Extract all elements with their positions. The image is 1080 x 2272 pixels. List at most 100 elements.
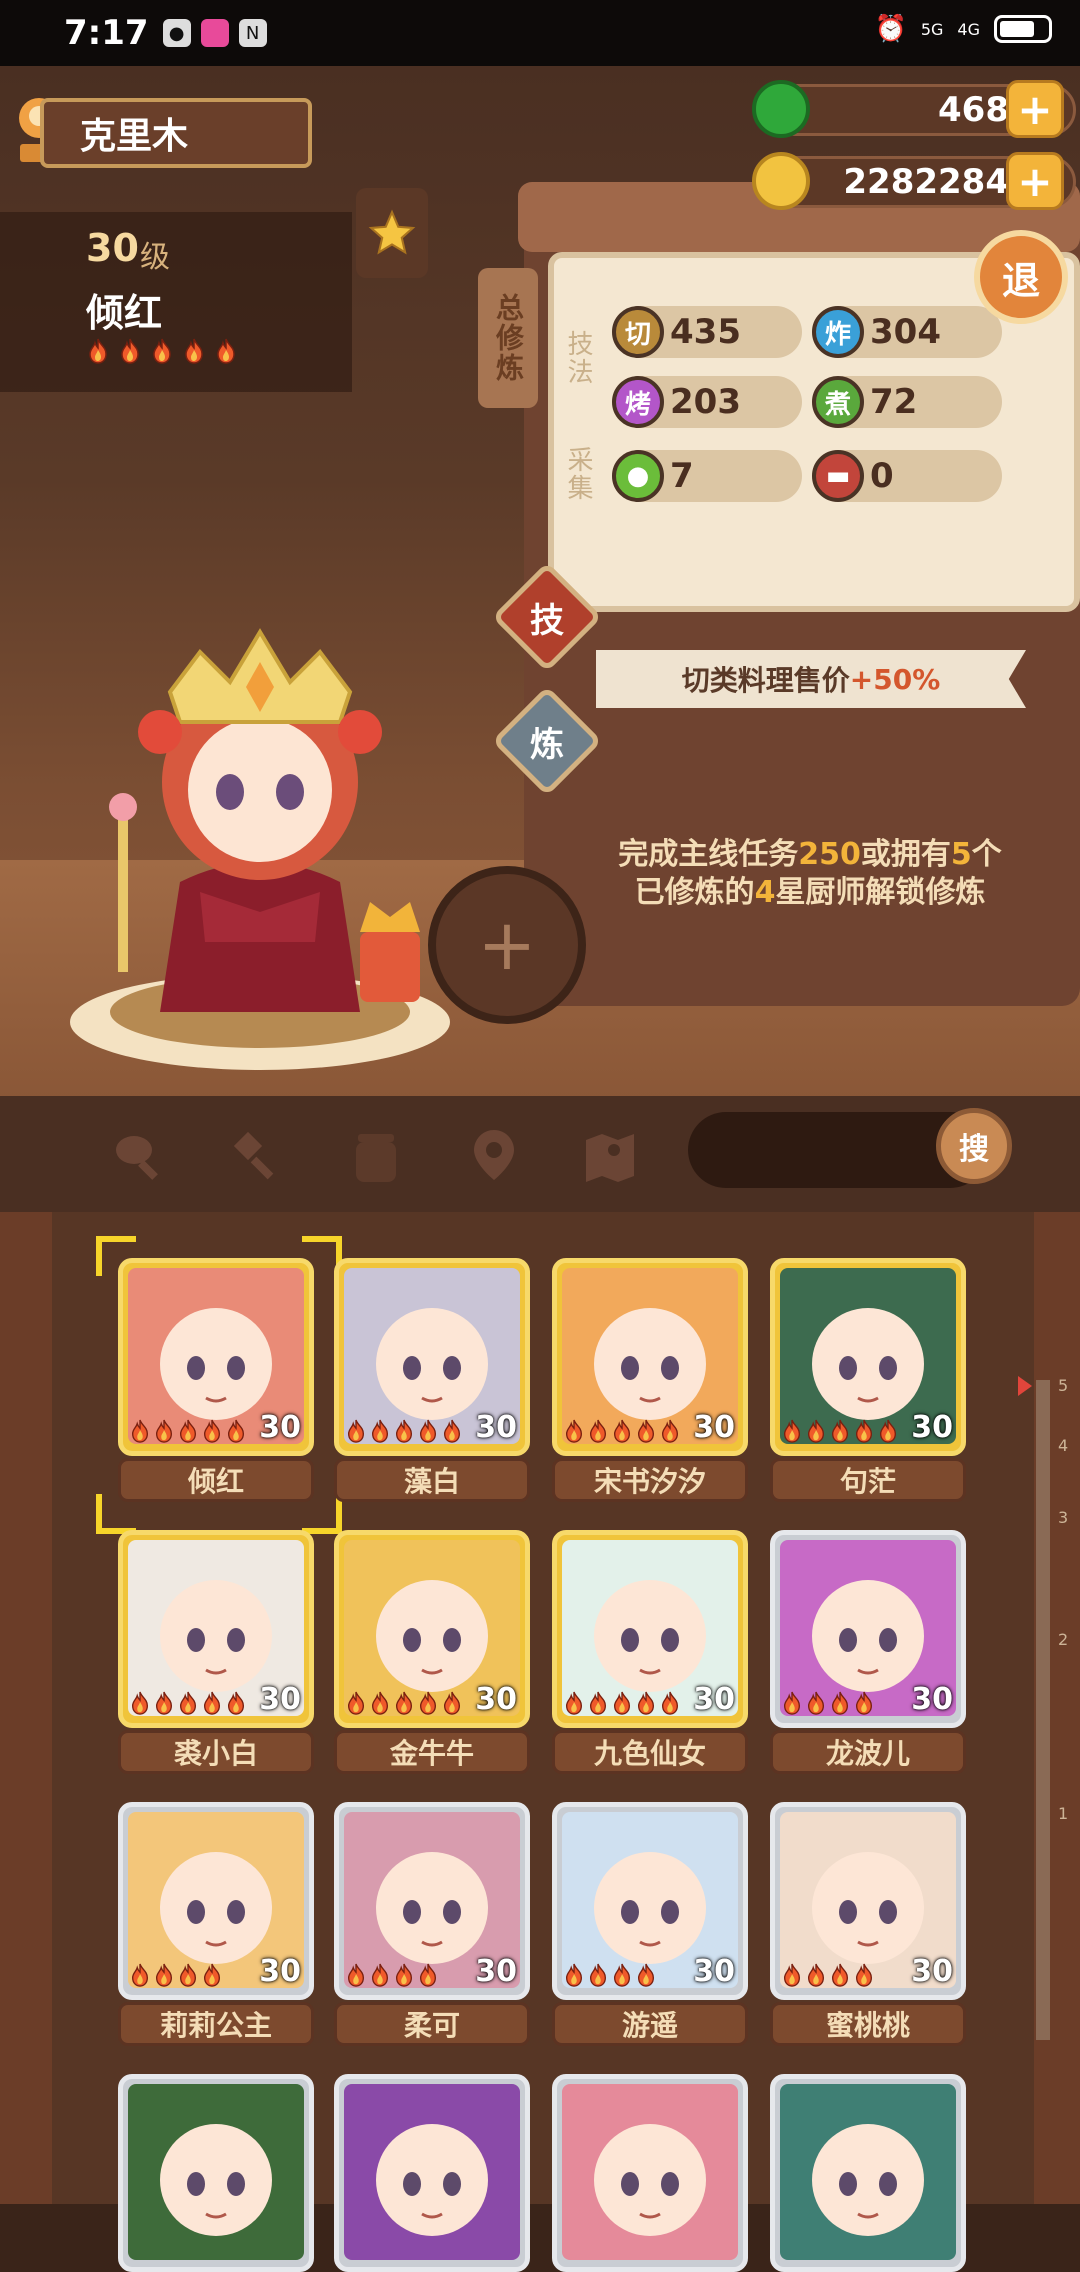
rarity-ruler[interactable]: [1036, 1380, 1050, 2040]
jar-icon[interactable]: [346, 1126, 406, 1186]
chef-card-name[interactable]: 倾红: [118, 1458, 314, 1502]
chef-card[interactable]: 30: [770, 1258, 966, 1456]
add-jade-button[interactable]: +: [1006, 80, 1064, 138]
chef-card[interactable]: 30: [334, 1802, 530, 2000]
skill-roast-value: 203: [670, 382, 741, 422]
flame-icon: [225, 1691, 247, 1715]
unlock-chef-count: 5: [950, 837, 972, 872]
search-button[interactable]: 搜: [936, 1108, 1012, 1184]
flame-icon: [877, 1419, 899, 1443]
signal-4g-icon: 4G: [957, 19, 980, 39]
chef-card[interactable]: 30: [118, 1802, 314, 2000]
skill-cut-value: 435: [670, 312, 741, 352]
chef-card[interactable]: 30: [118, 1530, 314, 1728]
coin-icon: [752, 152, 810, 210]
chef-avatar: [344, 2084, 520, 2260]
chef-card-name[interactable]: 龙波儿: [770, 1730, 966, 1774]
flame-icon: [805, 1691, 827, 1715]
chef-card-level: 30: [911, 1954, 953, 1989]
chef-card-name[interactable]: 蜜桃桃: [770, 2002, 966, 2046]
favorite-star-button[interactable]: [356, 188, 428, 278]
flame-icon: [129, 1419, 151, 1443]
flame-icon: [129, 1963, 151, 1987]
chef-card-name[interactable]: 金牛牛: [334, 1730, 530, 1774]
flame-icon: [182, 338, 206, 364]
ruler-mark-4: 4: [1058, 1436, 1069, 1455]
chef-rarity-flames: [781, 1963, 875, 1987]
chef-card[interactable]: 30: [118, 1258, 314, 1456]
chef-card[interactable]: 30: [770, 1530, 966, 1728]
flame-icon: [805, 1963, 827, 1987]
chef-card-level: 30: [693, 1682, 735, 1717]
plus-icon: +: [477, 904, 537, 986]
jade-amount: 468: [938, 90, 1009, 130]
ruler-mark-3: 3: [1058, 1508, 1069, 1527]
flame-icon: [177, 1691, 199, 1715]
flame-icon: [153, 1691, 175, 1715]
chef-card-name[interactable]: 柔可: [334, 2002, 530, 2046]
chef-avatar: [562, 2084, 738, 2260]
chef-card[interactable]: [770, 2074, 966, 2272]
chef-card-name[interactable]: 九色仙女: [552, 1730, 748, 1774]
flame-icon: [417, 1419, 439, 1443]
flame-icon: [587, 1963, 609, 1987]
chef-card-name[interactable]: 裘小白: [118, 1730, 314, 1774]
chef-card-name[interactable]: 莉莉公主: [118, 2002, 314, 2046]
chef-card-level: 30: [693, 1410, 735, 1445]
app-icon: [200, 19, 229, 47]
chef-card[interactable]: 30: [552, 1258, 748, 1456]
skill-button-label[interactable]: 技: [508, 578, 586, 656]
chef-card-level: 30: [475, 1410, 517, 1445]
chef-rarity-flames: [129, 1691, 247, 1715]
chef-card[interactable]: [552, 2074, 748, 2272]
location-pin-icon[interactable]: [464, 1126, 524, 1186]
meat-leg-icon[interactable]: [110, 1126, 170, 1186]
chef-card-name[interactable]: 藻白: [334, 1458, 530, 1502]
chef-card-level: 30: [259, 1410, 301, 1445]
flame-icon: [393, 1691, 415, 1715]
chef-card-name[interactable]: 宋书汐汐: [552, 1458, 748, 1502]
flame-icon: [225, 1419, 247, 1443]
flame-icon: [563, 1691, 585, 1715]
chef-card-level: 30: [475, 1682, 517, 1717]
chef-avatar: [780, 2084, 956, 2260]
exit-button[interactable]: 退: [974, 230, 1068, 324]
skill-fry-value: 304: [870, 312, 941, 352]
flame-icon: [563, 1963, 585, 1987]
map-icon[interactable]: [580, 1126, 640, 1186]
add-coin-button[interactable]: +: [1006, 152, 1064, 210]
flame-icon: [805, 1419, 827, 1443]
chef-card[interactable]: [334, 2074, 530, 2272]
flame-icon: [611, 1419, 633, 1443]
flame-icon: [153, 1963, 175, 1987]
chef-card-name[interactable]: 游遥: [552, 2002, 748, 2046]
refine-button-label[interactable]: 炼: [508, 702, 586, 780]
alarm-icon: ⏰: [874, 14, 907, 44]
flame-icon: [635, 1691, 657, 1715]
chef-card[interactable]: 30: [552, 1530, 748, 1728]
chef-card[interactable]: 30: [334, 1258, 530, 1456]
tab-total-training[interactable]: 总修炼: [478, 268, 538, 408]
chef-rarity-flames: [86, 338, 238, 364]
flame-icon: [150, 338, 174, 364]
flame-icon: [214, 338, 238, 364]
add-equipment-button[interactable]: +: [428, 866, 586, 1024]
shovel-icon[interactable]: [228, 1126, 288, 1186]
gather-meat-value: 0: [870, 456, 894, 496]
chef-card-name[interactable]: 句茫: [770, 1458, 966, 1502]
flame-icon: [441, 1419, 463, 1443]
chef-card[interactable]: [118, 2074, 314, 2272]
chef-avatar: [128, 2084, 304, 2260]
ruler-mark-1: 1: [1058, 1804, 1069, 1823]
flame-icon: [781, 1691, 803, 1715]
chef-card[interactable]: 30: [334, 1530, 530, 1728]
chef-card[interactable]: 30: [770, 1802, 966, 2000]
chef-card[interactable]: 30: [552, 1802, 748, 2000]
player-name-plate[interactable]: 克里木: [40, 98, 312, 168]
skill-cut: 切 435: [612, 306, 802, 358]
flame-icon: [611, 1963, 633, 1987]
ruler-pointer-icon: [1018, 1376, 1032, 1396]
chef-rarity-flames: [345, 1419, 463, 1443]
chef-rarity-flames: [563, 1963, 657, 1987]
gather-vegetable: ● 7: [612, 450, 802, 502]
